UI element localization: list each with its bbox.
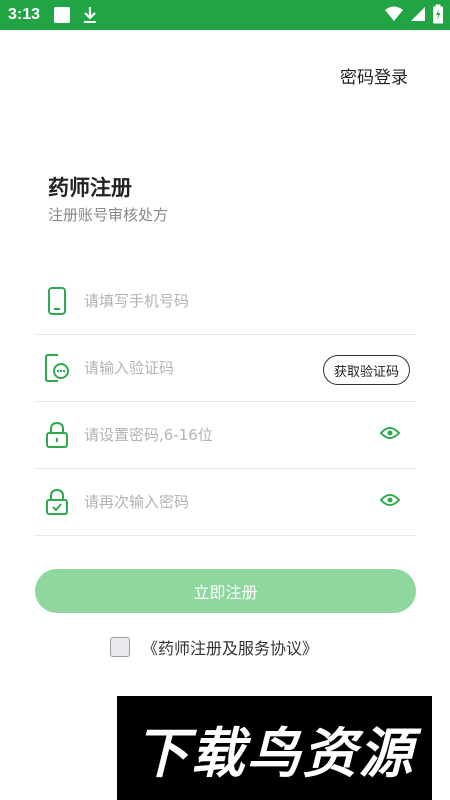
- confirm-password-input[interactable]: [82, 492, 306, 512]
- password-login-link[interactable]: 密码登录: [340, 63, 408, 88]
- status-bar: 3:13: [0, 0, 450, 30]
- password-field: [34, 402, 416, 469]
- confirm-password-field: [34, 469, 416, 536]
- page-title: 药师注册: [48, 176, 132, 200]
- lock-check-icon: [44, 488, 70, 516]
- status-time: 3:13: [8, 6, 41, 23]
- watermark-logo: 下载鸟资源: [117, 696, 432, 800]
- download-icon: [84, 7, 97, 23]
- watermark-text: 下载鸟资源: [134, 721, 415, 785]
- register-button[interactable]: 立即注册: [35, 569, 416, 613]
- agreement-row: 《药师注册及服务协议》: [110, 635, 318, 659]
- phone-field: [34, 268, 416, 335]
- battery-icon: [433, 4, 443, 24]
- notification-square-icon: [54, 7, 71, 23]
- wifi-icon: [385, 6, 403, 21]
- signal-icon: [411, 7, 425, 21]
- lock-icon: [44, 421, 70, 449]
- page-subtitle: 注册账号审核处方: [48, 206, 169, 224]
- agreement-checkbox[interactable]: [110, 637, 130, 657]
- password-input[interactable]: [82, 425, 306, 445]
- phone-icon: [44, 287, 70, 315]
- verification-code-input[interactable]: [82, 358, 306, 378]
- message-phone-icon: [44, 354, 70, 382]
- phone-input[interactable]: [82, 291, 306, 311]
- agreement-link[interactable]: 《药师注册及服务协议》: [142, 635, 318, 659]
- get-code-button[interactable]: 获取验证码: [322, 355, 410, 385]
- show-confirm-password-eye-icon[interactable]: [380, 493, 400, 507]
- verification-code-field: 获取验证码: [34, 335, 416, 402]
- show-password-eye-icon[interactable]: [380, 426, 400, 440]
